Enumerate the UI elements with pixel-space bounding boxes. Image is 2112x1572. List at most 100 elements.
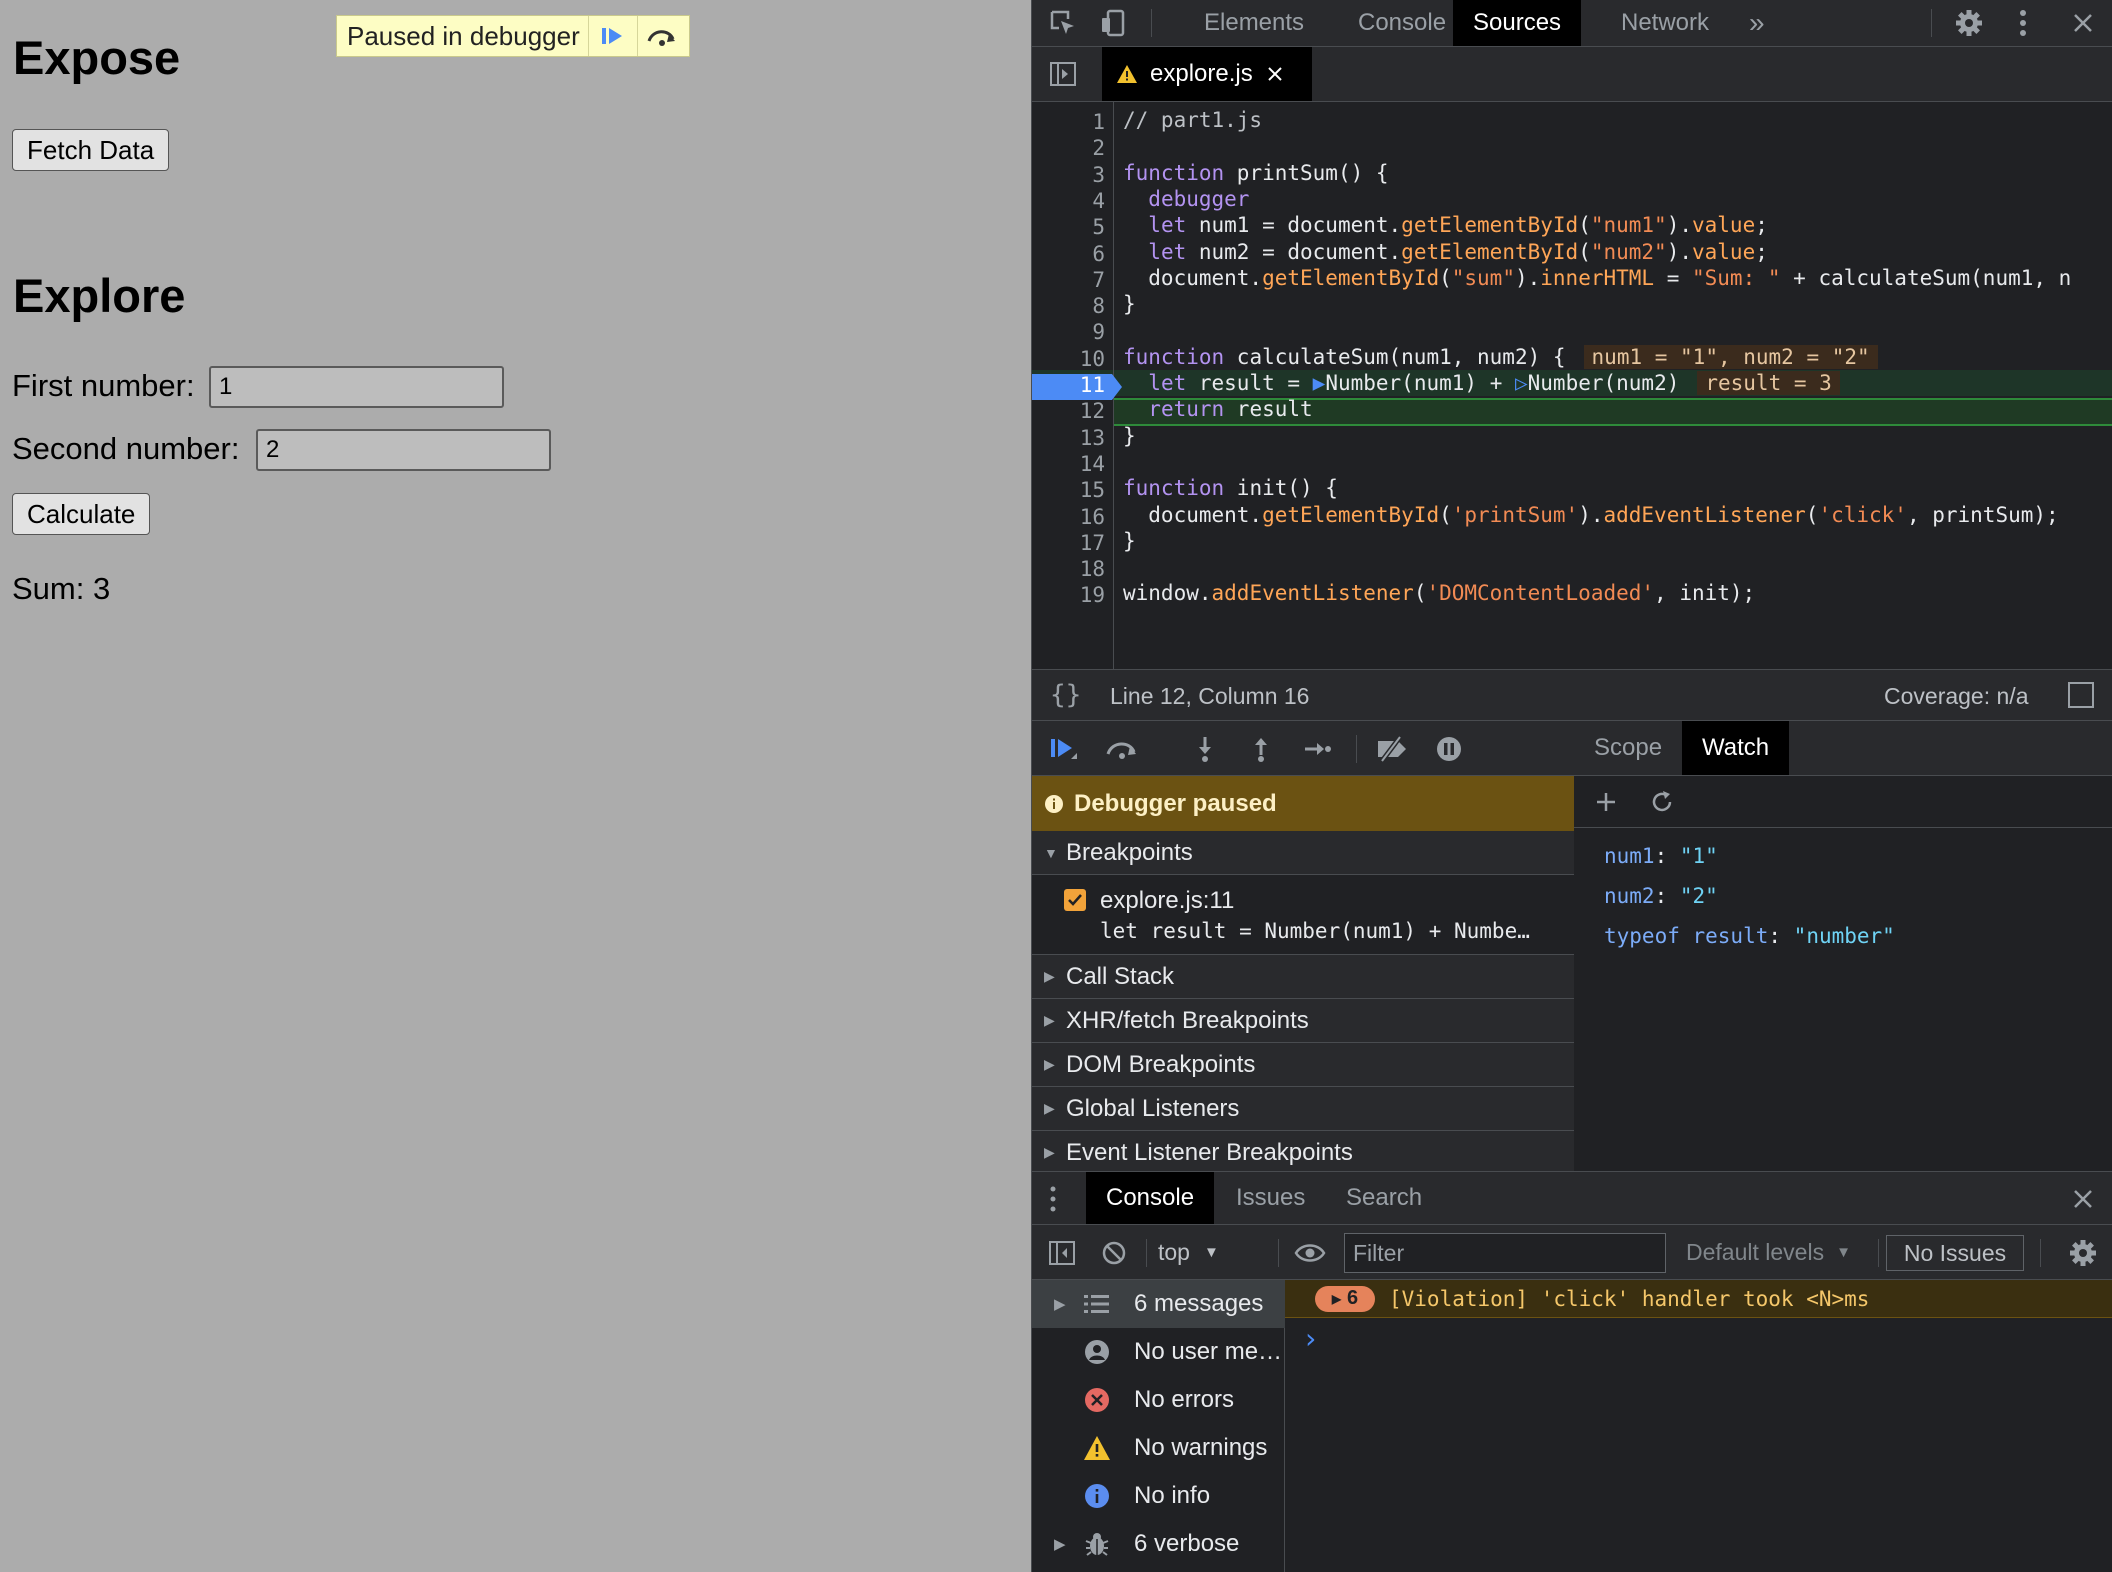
- no-issues-button[interactable]: No Issues: [1886, 1235, 2024, 1271]
- settings-gear-icon[interactable]: [1952, 6, 1986, 40]
- line-number[interactable]: 12: [1045, 399, 1105, 423]
- resume-button[interactable]: [1046, 733, 1082, 765]
- tab-console[interactable]: Console: [1338, 0, 1466, 46]
- drawer-tab-search[interactable]: Search: [1326, 1172, 1442, 1224]
- debugger-sidebar: Debugger paused ▼ Breakpoints explore.js…: [1032, 776, 1574, 1175]
- debugger-paused-banner: Debugger paused: [1032, 776, 1574, 831]
- deactivate-breakpoints-button[interactable]: [1372, 733, 1412, 765]
- line-gutter[interactable]: 1 2 3 4 5 6 7 8 9 10 11 12 13 14 15 16 17 18 19: [1032, 102, 1114, 669]
- breakpoints-title: Breakpoints: [1066, 838, 1193, 866]
- line-number[interactable]: 4: [1045, 189, 1105, 213]
- line-number[interactable]: 16: [1045, 505, 1105, 529]
- show-console-sidebar-icon[interactable]: [1046, 1237, 1078, 1269]
- line-number[interactable]: 7: [1045, 268, 1105, 292]
- line-number[interactable]: 8: [1045, 294, 1105, 318]
- pause-on-exceptions-button[interactable]: [1432, 733, 1466, 765]
- line-number[interactable]: 14: [1045, 452, 1105, 476]
- line-number[interactable]: 15: [1045, 478, 1105, 502]
- console-prompt[interactable]: ›: [1302, 1322, 1319, 1355]
- line-number[interactable]: 9: [1045, 320, 1105, 344]
- tab-sources[interactable]: Sources: [1453, 0, 1582, 46]
- inspect-element-icon[interactable]: [1046, 6, 1080, 40]
- console-violation-message[interactable]: ▶ 6 [Violation] 'click' handler took <N>m…: [1285, 1280, 2112, 1318]
- line-number[interactable]: 10: [1045, 347, 1105, 371]
- overlay-step-over-button[interactable]: [636, 16, 686, 56]
- event-listener-breakpoints-section-header[interactable]: ▶ Event Listener Breakpoints: [1032, 1131, 1574, 1175]
- console-filter-verbose[interactable]: ▶ 6 verbose: [1032, 1520, 1285, 1568]
- toggle-navigator-icon[interactable]: [1046, 57, 1080, 91]
- pretty-print-icon[interactable]: {}: [1050, 680, 1081, 710]
- tab-watch[interactable]: Watch: [1682, 721, 1790, 775]
- console-filter-user-messages[interactable]: No user me…: [1032, 1328, 1285, 1376]
- section-title: XHR/fetch Breakpoints: [1066, 1006, 1309, 1034]
- step-into-icon: [1199, 737, 1211, 762]
- log-levels-dropdown[interactable]: Default levels ▼: [1686, 1235, 1851, 1269]
- watch-expression-row[interactable]: typeof result: "number": [1604, 924, 1895, 948]
- breakpoints-section-header[interactable]: ▼ Breakpoints: [1032, 831, 1574, 875]
- toggle-debugger-sidebar-icon[interactable]: [2068, 682, 2094, 708]
- editor-tabs-bar: explore.js: [1032, 47, 2112, 102]
- line-number[interactable]: 1: [1045, 110, 1105, 134]
- console-filter-label: No errors: [1134, 1386, 1235, 1413]
- xhr-breakpoints-section-header[interactable]: ▶ XHR/fetch Breakpoints: [1032, 999, 1574, 1043]
- step-out-button[interactable]: [1248, 733, 1274, 765]
- step-over-button[interactable]: [1102, 733, 1142, 765]
- line-number[interactable]: 3: [1045, 163, 1105, 187]
- clear-console-icon[interactable]: [1098, 1237, 1130, 1269]
- line-number[interactable]: 11: [1045, 373, 1105, 397]
- toolbar-divider: [1356, 735, 1357, 763]
- code-editor[interactable]: 1 2 3 4 5 6 7 8 9 10 11 12 13 14 15 16 17 18 19 // part1.j…: [1032, 102, 2112, 669]
- console-filter-info[interactable]: No info: [1032, 1472, 1285, 1520]
- line-number[interactable]: 19: [1045, 583, 1105, 607]
- info-icon: [1082, 1481, 1112, 1511]
- device-toolbar-icon[interactable]: [1096, 6, 1130, 40]
- watch-expression-row[interactable]: num2: "2": [1604, 884, 1718, 908]
- line-number[interactable]: 13: [1045, 426, 1105, 450]
- live-expression-eye-icon[interactable]: [1292, 1237, 1328, 1269]
- code-line: let num2 = document.getElementById("num2…: [1148, 239, 1768, 264]
- collapsed-triangle-icon: ▶: [1054, 1296, 1066, 1313]
- file-tab-explore-js[interactable]: explore.js: [1102, 47, 1312, 101]
- console-filter-warnings[interactable]: No warnings: [1032, 1424, 1285, 1472]
- line-number[interactable]: 18: [1045, 557, 1105, 581]
- close-drawer-icon[interactable]: [2066, 1182, 2100, 1216]
- step-button[interactable]: [1302, 733, 1332, 765]
- more-tabs-button[interactable]: »: [1729, 0, 1785, 46]
- tab-network[interactable]: Network: [1601, 0, 1729, 46]
- dom-breakpoints-section-header[interactable]: ▶ DOM Breakpoints: [1032, 1043, 1574, 1087]
- line-number[interactable]: 6: [1045, 242, 1105, 266]
- console-filter-input[interactable]: Filter: [1344, 1233, 1666, 1273]
- tab-elements[interactable]: Elements: [1184, 0, 1324, 46]
- watch-value: "1": [1679, 844, 1718, 868]
- step-into-button[interactable]: [1192, 733, 1218, 765]
- context-selector[interactable]: top ▼: [1158, 1235, 1219, 1269]
- watch-toolbar: [1574, 776, 2112, 828]
- add-watch-button[interactable]: [1590, 786, 1622, 818]
- collapsed-triangle-icon: ▶: [1044, 1100, 1055, 1116]
- watch-expression-row[interactable]: num1: "1": [1604, 844, 1718, 868]
- tab-scope[interactable]: Scope: [1574, 721, 1682, 775]
- call-stack-section-header[interactable]: ▶ Call Stack: [1032, 955, 1574, 999]
- close-devtools-icon[interactable]: [2066, 6, 2100, 40]
- line-number[interactable]: 17: [1045, 531, 1105, 555]
- overlay-resume-button[interactable]: [587, 16, 637, 56]
- calculate-button[interactable]: Calculate: [12, 493, 151, 535]
- drawer-tab-console[interactable]: Console: [1086, 1172, 1215, 1224]
- close-tab-icon[interactable]: [1267, 66, 1283, 82]
- console-filter-errors[interactable]: No errors: [1032, 1376, 1285, 1424]
- code-line: let result = ▶Number(num1) + ▷Number(num…: [1123, 370, 1840, 396]
- line-number[interactable]: 2: [1045, 136, 1105, 160]
- first-number-input[interactable]: 1: [209, 366, 504, 408]
- breakpoint-checkbox[interactable]: [1064, 889, 1086, 911]
- second-number-input[interactable]: 2: [256, 429, 551, 471]
- drawer-tab-issues[interactable]: Issues: [1216, 1172, 1325, 1224]
- global-listeners-section-header[interactable]: ▶ Global Listeners: [1032, 1087, 1574, 1131]
- fetch-data-button[interactable]: Fetch Data: [12, 129, 170, 171]
- breakpoint-item[interactable]: explore.js:11 let result = Number(num1) …: [1032, 875, 1574, 955]
- line-number[interactable]: 5: [1045, 215, 1105, 239]
- refresh-watch-button[interactable]: [1646, 786, 1678, 818]
- console-filter-messages[interactable]: ▶ 6 messages: [1032, 1280, 1285, 1328]
- drawer-menu-icon[interactable]: [1046, 1184, 1060, 1214]
- console-settings-gear-icon[interactable]: [2066, 1237, 2100, 1269]
- kebab-menu-icon[interactable]: [2010, 6, 2036, 40]
